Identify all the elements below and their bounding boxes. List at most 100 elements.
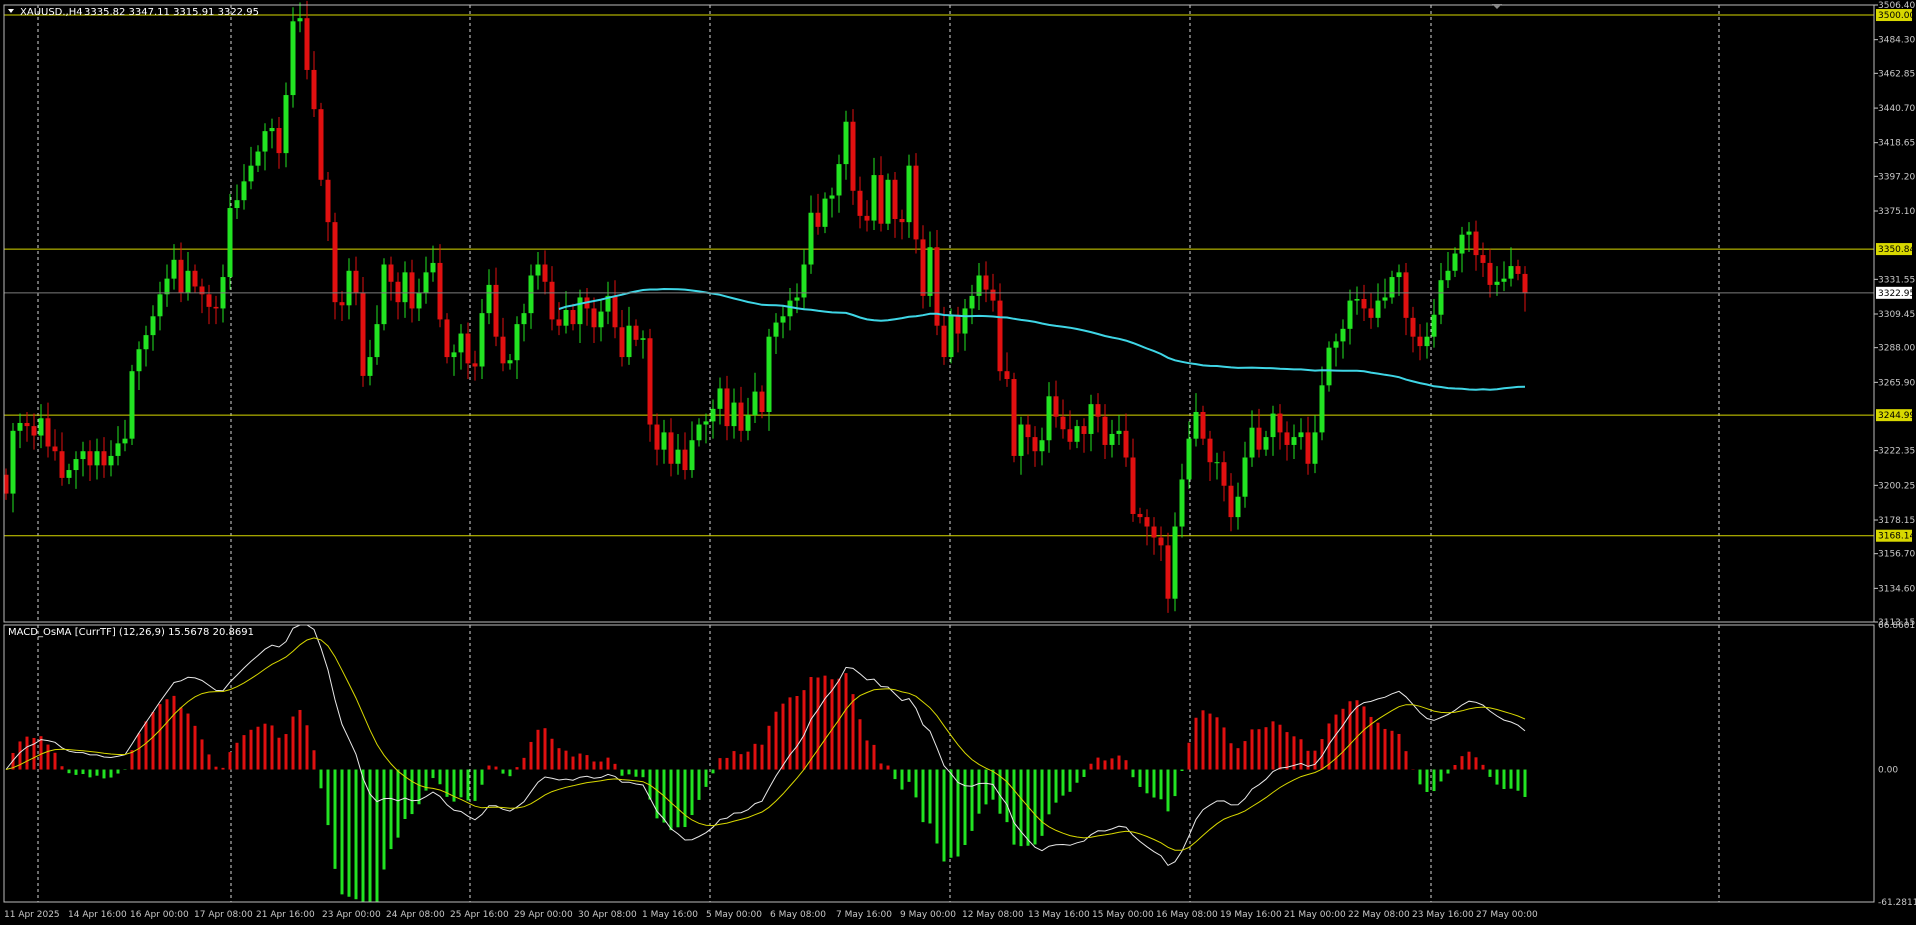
time-label-22: 23 May 16:00 xyxy=(1412,910,1474,920)
candle-body xyxy=(626,325,632,358)
candle-body xyxy=(983,275,989,290)
candle-body xyxy=(283,95,289,154)
candle-body xyxy=(150,316,156,336)
candle-body xyxy=(24,422,30,427)
candle-body xyxy=(815,212,821,227)
candle-body xyxy=(724,388,730,427)
candle-body xyxy=(1200,411,1206,439)
candle-body xyxy=(157,294,163,317)
candle-body xyxy=(1081,426,1087,434)
candle-body xyxy=(234,200,240,209)
candle-body xyxy=(717,388,723,409)
candle-body xyxy=(332,222,338,303)
candle-body xyxy=(346,270,352,306)
candle-body xyxy=(1515,266,1521,274)
candle-body xyxy=(38,418,44,436)
candle-body xyxy=(311,69,317,110)
candle-body xyxy=(661,432,667,450)
candle-body xyxy=(52,446,58,452)
candle-body xyxy=(654,424,660,450)
candle-body xyxy=(185,270,191,293)
macd-tick-label-2: -61.2811 xyxy=(1878,898,1916,908)
candle-body xyxy=(101,451,107,466)
level-label-1: 3350.84 xyxy=(1878,245,1915,255)
candle-body xyxy=(871,175,877,221)
candle-body xyxy=(633,325,639,340)
candle-body xyxy=(507,360,513,364)
candle-body xyxy=(1361,299,1367,309)
candle-body xyxy=(570,310,576,325)
trading-chart[interactable]: 3500.00 3350.84 3244.99 3168.14 3322.95 3506… xyxy=(0,0,1916,925)
time-label-15: 12 May 08:00 xyxy=(962,910,1024,920)
candle-body xyxy=(87,451,93,466)
candle-body xyxy=(423,272,429,293)
candle-body xyxy=(759,391,765,412)
candle-body xyxy=(878,175,884,224)
candle-body xyxy=(164,278,170,295)
candle-body xyxy=(381,264,387,325)
candle-body xyxy=(388,264,394,282)
candle-body xyxy=(696,424,702,441)
candle-body xyxy=(1445,270,1451,281)
candle-body xyxy=(1466,231,1472,235)
candle-body xyxy=(1207,438,1213,463)
candle-body xyxy=(647,338,653,425)
level-label-2: 3244.99 xyxy=(1878,411,1915,421)
candle-body xyxy=(1088,404,1094,434)
candle-body xyxy=(178,259,184,293)
time-label-21: 22 May 08:00 xyxy=(1348,910,1410,920)
candle-body xyxy=(857,190,863,216)
ohlc-readout: 3335.82 3347.11 3315.91 3322.95 xyxy=(84,7,259,18)
price-tick-label-7: 3331.55 xyxy=(1878,275,1915,285)
candle-body xyxy=(535,264,541,276)
candle-body xyxy=(892,179,898,220)
candle-body xyxy=(129,371,135,439)
candle-body xyxy=(955,314,961,334)
candle-body xyxy=(1452,253,1458,271)
candle-body xyxy=(1256,427,1262,450)
candle-body xyxy=(962,308,968,334)
time-label-6: 24 Apr 08:00 xyxy=(386,910,445,920)
candle-body xyxy=(787,300,793,317)
candle-body xyxy=(1242,457,1248,497)
candle-body xyxy=(1508,266,1514,279)
candle-body xyxy=(738,402,744,431)
candle-body xyxy=(997,300,1003,372)
candle-body xyxy=(598,311,604,328)
candle-body xyxy=(1214,462,1220,464)
candle-body xyxy=(1228,485,1234,518)
candle-body xyxy=(1025,424,1031,438)
candle-body xyxy=(304,18,310,70)
time-label-13: 7 May 16:00 xyxy=(836,910,892,920)
candle-body xyxy=(941,325,947,358)
candle-body xyxy=(437,262,443,320)
price-tick-label-6: 3375.10 xyxy=(1878,207,1915,217)
candle-body xyxy=(1151,526,1157,538)
candle-body xyxy=(675,449,681,464)
candle-body xyxy=(780,316,786,323)
candle-body xyxy=(1116,430,1122,434)
macd-tick-label-1: 0.00 xyxy=(1878,766,1898,776)
candle-body xyxy=(374,324,380,358)
candle-body xyxy=(591,308,597,328)
candle-body xyxy=(927,247,933,296)
candle-body xyxy=(843,121,849,165)
candle-body xyxy=(318,109,324,180)
candle-body xyxy=(1018,424,1024,456)
candle-body xyxy=(1263,437,1269,450)
time-axis: 11 Apr 2025 14 Apr 16:00 16 Apr 00:00 17 Ap… xyxy=(4,910,1538,920)
candle-body xyxy=(1375,300,1381,318)
candle-body xyxy=(171,259,177,279)
time-label-1: 14 Apr 16:00 xyxy=(68,910,127,920)
candle-body xyxy=(1473,231,1479,256)
candle-body xyxy=(682,449,688,471)
candle-body xyxy=(367,357,373,376)
candle-body xyxy=(1417,336,1423,347)
candle-body xyxy=(465,333,471,364)
candle-body xyxy=(1298,432,1304,438)
candle-body xyxy=(745,415,751,431)
time-label-20: 21 May 00:00 xyxy=(1284,910,1346,920)
candle-body xyxy=(297,18,303,22)
candle-body xyxy=(1410,317,1416,337)
level-label-3: 3168.14 xyxy=(1878,532,1915,542)
